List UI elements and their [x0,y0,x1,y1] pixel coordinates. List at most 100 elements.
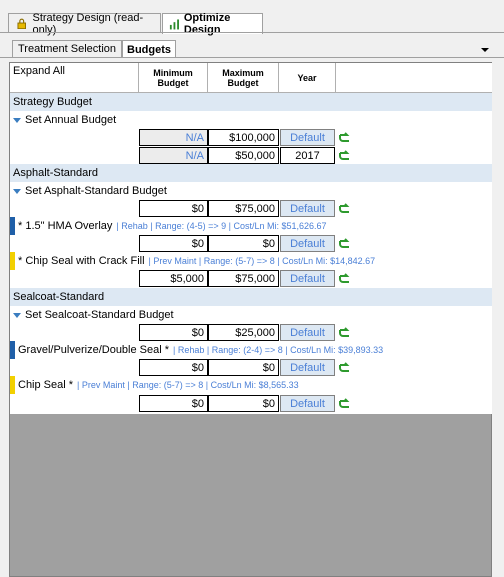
section-title: Strategy Budget [13,96,92,108]
field-value: Default [290,237,325,250]
apply-arrow-icon[interactable] [338,149,352,161]
header-label: Year [297,72,317,83]
min-budget-field[interactable]: $0 [139,395,208,412]
treatment-color-bar [10,252,15,270]
treatment-color-bar [10,376,15,394]
apply-arrow-icon[interactable] [338,397,352,409]
group-title: Set Annual Budget [25,114,117,126]
year-field[interactable]: Default [280,235,335,252]
treatment-row[interactable]: Gravel/Pulverize/Double Seal * | Rehab | … [10,341,492,359]
field-value: $75,000 [235,202,275,215]
lock-icon [17,18,27,29]
section-strategy-budget: Strategy Budget [10,93,492,111]
expand-all-link[interactable]: Expand All [10,63,139,93]
group-set-annual-budget[interactable]: Set Annual Budget [10,111,492,129]
min-budget-field[interactable]: $0 [139,359,208,376]
tab-budgets[interactable]: Budgets [122,40,176,58]
field-value: $0 [262,361,275,374]
year-field[interactable]: Default [280,200,335,217]
dropdown-arrow-icon[interactable] [480,45,490,55]
collapse-icon [13,188,21,194]
field-value: Default [290,272,325,285]
max-budget-field[interactable]: $0 [208,395,279,412]
field-value: Default [290,361,325,374]
column-header-year: Year [279,63,336,93]
section-title: Asphalt-Standard [13,167,98,179]
min-budget-field[interactable]: N/A [139,147,208,164]
column-header-min: Minimum Budget [139,63,208,93]
treatment-meta: | Rehab | Range: (2-4) => 8 | Cost/Ln Mi… [173,345,384,355]
apply-arrow-icon[interactable] [338,361,352,373]
apply-arrow-icon[interactable] [338,202,352,214]
treatment-color-bar [10,341,15,359]
max-budget-field[interactable]: $75,000 [208,200,279,217]
year-field[interactable]: Default [280,324,335,341]
apply-arrow-icon[interactable] [338,272,352,284]
year-field[interactable]: Default [280,359,335,376]
divider [0,57,504,58]
min-budget-field[interactable]: $5,000 [139,270,208,287]
treatment-name: * 1.5" HMA Overlay [18,220,113,232]
section-sealcoat-standard: Sealcoat-Standard [10,288,492,306]
apply-arrow-icon[interactable] [338,237,352,249]
apply-arrow-icon[interactable] [338,326,352,338]
tab-optimize-design[interactable]: Optimize Design [162,12,263,36]
field-value: 2017 [295,149,320,162]
collapse-icon [13,117,21,123]
header-label: Maximum Budget [222,67,264,88]
field-value: $0 [262,237,275,250]
max-budget-field[interactable]: $25,000 [208,324,279,341]
field-value: $0 [191,202,204,215]
section-asphalt-standard: Asphalt-Standard [10,164,492,182]
treatment-name: Gravel/Pulverize/Double Seal * [18,344,170,356]
field-value: Default [290,326,325,339]
group-title: Set Sealcoat-Standard Budget [25,309,174,321]
bar-chart-icon [169,19,179,30]
treatment-meta: | Prev Maint | Range: (5-7) => 8 | Cost/… [148,256,376,266]
field-value: $0 [262,397,275,410]
field-value: $5,000 [170,272,204,285]
field-value: $50,000 [235,149,275,162]
collapse-icon [13,312,21,318]
field-value: $75,000 [235,272,275,285]
group-set-asphalt-budget[interactable]: Set Asphalt-Standard Budget [10,182,492,200]
tab-label: Treatment Selection [17,43,117,55]
field-value: N/A [185,131,204,144]
field-value: $0 [191,397,204,410]
max-budget-field[interactable]: $100,000 [208,129,279,146]
year-field[interactable]: Default [280,129,335,146]
min-budget-field[interactable]: N/A [139,129,208,146]
apply-arrow-icon[interactable] [338,131,352,143]
min-budget-field[interactable]: $0 [139,235,208,252]
field-value: N/A [185,149,204,162]
treatment-row[interactable]: * Chip Seal with Crack Fill | Prev Maint … [10,252,492,270]
treatment-row[interactable]: * 1.5" HMA Overlay | Rehab | Range: (4-5)… [10,217,492,235]
max-budget-field[interactable]: $0 [208,235,279,252]
tab-label: Budgets [127,43,171,56]
tab-treatment-selection[interactable]: Treatment Selection [12,40,122,57]
group-title: Set Asphalt-Standard Budget [25,185,167,197]
treatment-name: * Chip Seal with Crack Fill [18,255,145,267]
field-value: $0 [191,361,204,374]
year-field[interactable]: 2017 [280,147,335,164]
year-field[interactable]: Default [280,270,335,287]
field-value: Default [290,131,325,144]
field-value: Default [290,397,325,410]
field-value: $0 [191,326,204,339]
expand-all-label: Expand All [13,65,65,77]
column-header-max: Maximum Budget [208,63,279,93]
treatment-name: Chip Seal * [18,379,74,391]
divider [0,32,504,33]
max-budget-field[interactable]: $75,000 [208,270,279,287]
field-value: Default [290,202,325,215]
treatment-meta: | Rehab | Range: (4-5) => 9 | Cost/Ln Mi… [116,221,327,231]
tab-strategy-design[interactable]: Strategy Design (read-only) [8,12,161,36]
max-budget-field[interactable]: $50,000 [208,147,279,164]
min-budget-field[interactable]: $0 [139,200,208,217]
min-budget-field[interactable]: $0 [139,324,208,341]
group-set-sealcoat-budget[interactable]: Set Sealcoat-Standard Budget [10,306,492,324]
treatment-color-bar [10,217,15,235]
max-budget-field[interactable]: $0 [208,359,279,376]
treatment-row[interactable]: Chip Seal * | Prev Maint | Range: (5-7) =… [10,376,492,394]
year-field[interactable]: Default [280,395,335,412]
